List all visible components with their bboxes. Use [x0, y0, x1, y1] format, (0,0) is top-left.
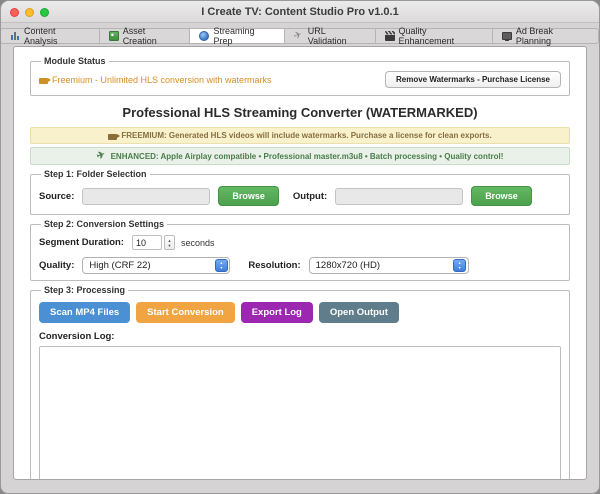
- output-browse-button[interactable]: Browse: [471, 186, 532, 206]
- conversion-log-textarea[interactable]: [39, 346, 561, 480]
- movie-camera-icon: [39, 78, 48, 84]
- tab-label: Quality Enhancement: [399, 26, 483, 46]
- bar-chart-icon: [10, 31, 20, 41]
- rocket-icon: [97, 151, 107, 161]
- source-input[interactable]: [82, 188, 210, 205]
- television-icon: [502, 32, 512, 40]
- enhanced-banner: ENHANCED: Apple Airplay compatible • Pro…: [30, 147, 570, 165]
- processing-group: Step 3: Processing Scan MP4 Files Start …: [30, 285, 570, 480]
- export-log-button[interactable]: Export Log: [241, 302, 313, 323]
- tab-url-validation[interactable]: URL Validation: [284, 28, 376, 44]
- step1-legend: Step 1: Folder Selection: [41, 169, 150, 179]
- scan-mp4-files-button[interactable]: Scan MP4 Files: [39, 302, 130, 323]
- resolution-label: Resolution:: [248, 260, 300, 271]
- output-input[interactable]: [335, 188, 463, 205]
- step2-legend: Step 2: Conversion Settings: [41, 219, 167, 229]
- freemium-banner: FREEMIUM: Generated HLS videos will incl…: [30, 127, 570, 144]
- resolution-selected-value: 1280x720 (HD): [316, 260, 448, 271]
- window-title: I Create TV: Content Studio Pro v1.0.1: [201, 6, 398, 18]
- source-browse-button[interactable]: Browse: [218, 186, 279, 206]
- conversion-settings-group: Step 2: Conversion Settings Segment Dura…: [30, 219, 570, 281]
- tab-label: Ad Break Planning: [516, 26, 589, 46]
- tab-label: URL Validation: [308, 26, 366, 46]
- tab-label: Content Analysis: [24, 26, 90, 46]
- chevron-up-down-icon: [453, 259, 466, 272]
- page-title: Professional HLS Streaming Converter (WA…: [30, 105, 570, 120]
- quality-select[interactable]: High (CRF 22): [82, 257, 230, 274]
- globe-icon: [199, 31, 209, 41]
- tab-ad-break-planning[interactable]: Ad Break Planning: [492, 28, 599, 44]
- freemium-banner-text: FREEMIUM: Generated HLS videos will incl…: [121, 131, 491, 140]
- output-label: Output:: [293, 191, 327, 202]
- freemium-status: Freemium - Unlimited HLS conversion with…: [39, 75, 272, 85]
- module-status-group: Module Status Freemium - Unlimited HLS c…: [30, 56, 570, 96]
- chevron-up-down-icon: [215, 259, 228, 272]
- tab-quality-enhancement[interactable]: Quality Enhancement: [375, 28, 493, 44]
- freemium-status-text: Freemium - Unlimited HLS conversion with…: [52, 75, 272, 85]
- quality-selected-value: High (CRF 22): [89, 260, 209, 271]
- streaming-prep-panel: Module Status Freemium - Unlimited HLS c…: [13, 46, 587, 480]
- conversion-log-label: Conversion Log:: [39, 331, 561, 342]
- tab-label: Streaming Prep: [213, 26, 274, 46]
- movie-camera-icon: [108, 134, 117, 140]
- resolution-select[interactable]: 1280x720 (HD): [309, 257, 469, 274]
- tab-label: Asset Creation: [123, 26, 181, 46]
- rocket-icon: [294, 31, 304, 41]
- tab-asset-creation[interactable]: Asset Creation: [99, 28, 191, 44]
- open-output-button[interactable]: Open Output: [319, 302, 399, 323]
- processing-actions: Scan MP4 Files Start Conversion Export L…: [39, 302, 561, 323]
- tab-bar: Content Analysis Asset Creation Streamin…: [1, 28, 599, 44]
- folder-selection-group: Step 1: Folder Selection Source: Browse …: [30, 169, 570, 215]
- close-button[interactable]: [10, 8, 19, 17]
- minimize-button[interactable]: [25, 8, 34, 17]
- segment-duration-stepper[interactable]: [164, 235, 175, 250]
- step3-legend: Step 3: Processing: [41, 285, 128, 295]
- segment-duration-label: Segment Duration:: [39, 237, 124, 248]
- segment-duration-input[interactable]: [132, 235, 162, 250]
- title-bar: I Create TV: Content Studio Pro v1.0.1: [1, 1, 599, 23]
- tab-streaming-prep[interactable]: Streaming Prep: [189, 28, 284, 44]
- purchase-license-button[interactable]: Remove Watermarks - Purchase License: [385, 71, 561, 88]
- segment-duration-unit: seconds: [181, 238, 215, 248]
- tab-content-analysis[interactable]: Content Analysis: [0, 28, 100, 44]
- module-status-legend: Module Status: [41, 56, 109, 66]
- quality-label: Quality:: [39, 260, 74, 271]
- app-window: I Create TV: Content Studio Pro v1.0.1 C…: [0, 0, 600, 494]
- traffic-lights: [10, 8, 49, 17]
- image-icon: [109, 31, 119, 41]
- zoom-button[interactable]: [40, 8, 49, 17]
- source-label: Source:: [39, 191, 74, 202]
- clapperboard-icon: [385, 31, 395, 41]
- start-conversion-button[interactable]: Start Conversion: [136, 302, 235, 323]
- enhanced-banner-text: ENHANCED: Apple Airplay compatible • Pro…: [111, 152, 504, 161]
